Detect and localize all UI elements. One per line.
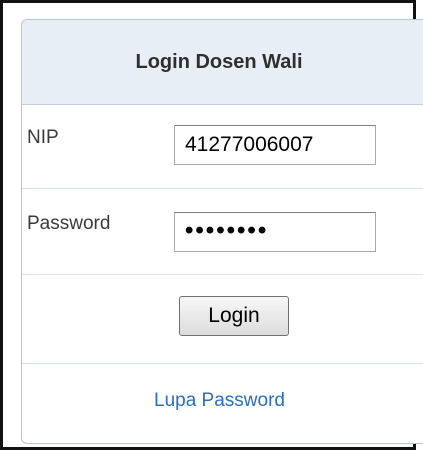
screenshot-frame: Login Dosen Wali NIP Password Login Lupa… (0, 0, 423, 450)
nip-label: NIP (27, 127, 59, 148)
password-label: Password (27, 213, 111, 234)
forgot-password-link[interactable]: Lupa Password (22, 390, 417, 412)
password-row: Password (22, 189, 423, 275)
login-button[interactable]: Login (179, 296, 289, 336)
panel-title: Login Dosen Wali (135, 50, 303, 73)
nip-input[interactable] (174, 125, 376, 165)
login-row: Login (22, 275, 423, 364)
panel-header: Login Dosen Wali (22, 20, 423, 105)
password-input[interactable] (174, 212, 376, 252)
login-panel: Login Dosen Wali NIP Password Login Lupa… (21, 19, 423, 444)
forgot-row: Lupa Password (22, 364, 423, 443)
nip-row: NIP (22, 105, 423, 189)
